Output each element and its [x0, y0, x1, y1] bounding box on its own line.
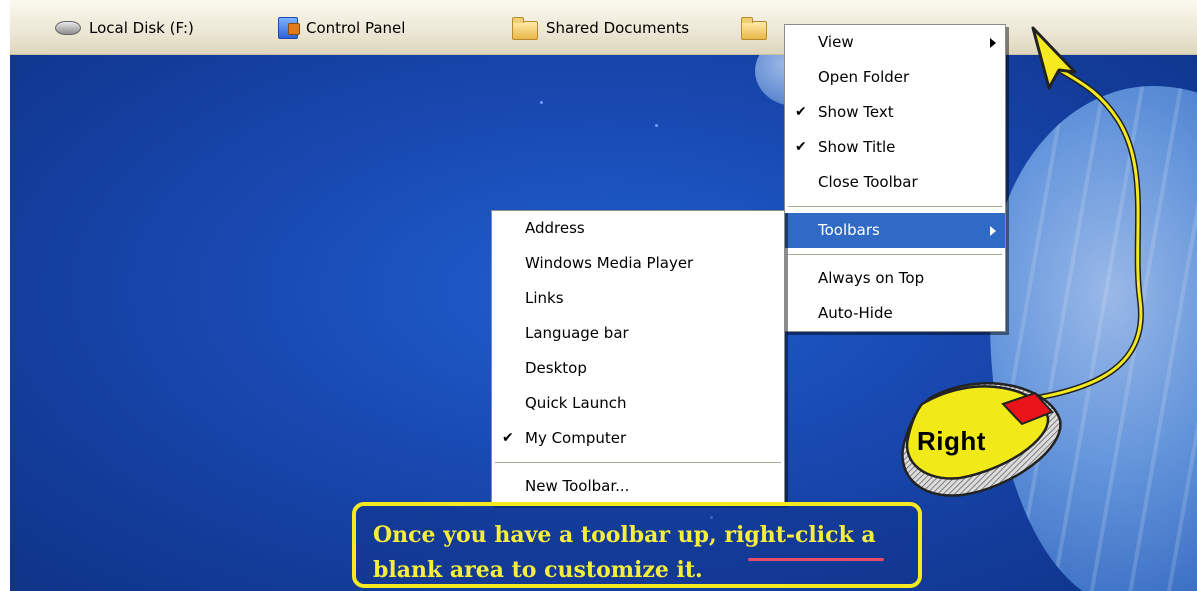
caption-text-part: Once you have a toolbar up, — [373, 522, 725, 548]
caption-text-part: a — [853, 522, 876, 548]
caption-text: Once you have a toolbar up, right-click … — [373, 518, 933, 588]
emphasis-underline — [748, 558, 884, 561]
pointer-arrow — [1009, 26, 1144, 405]
caption-line-1: Once you have a toolbar up, right-click … — [373, 518, 933, 553]
caption-emphasis: right-click — [724, 522, 854, 548]
mouse-right-label: Right — [917, 426, 986, 456]
